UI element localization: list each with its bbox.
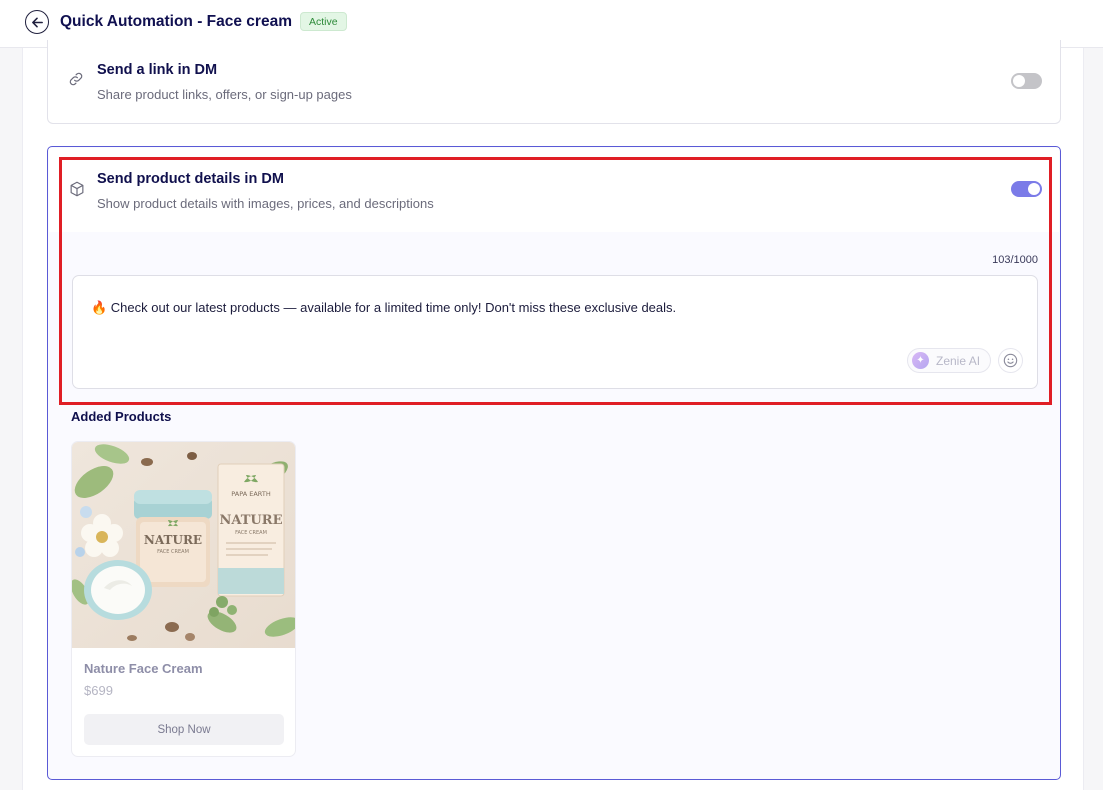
zenie-ai-label: Zenie AI <box>936 353 981 368</box>
sparkle-icon: ✦ <box>912 352 929 369</box>
emoji-button[interactable] <box>998 348 1023 373</box>
send-link-toggle[interactable] <box>1011 73 1042 89</box>
arrow-left-icon <box>31 17 43 27</box>
jar-title-text: NATURE <box>144 533 202 547</box>
page-title: Quick Automation - Face cream <box>60 13 292 30</box>
smiley-icon <box>1003 353 1018 368</box>
box-subtitle-text: FACE CREAM <box>235 530 267 536</box>
message-textarea[interactable]: 🔥 Check out our latest products — availa… <box>72 275 1038 389</box>
product-name: Nature Face Cream <box>84 661 203 676</box>
box-brand-text: PAPA EARTH <box>231 490 271 498</box>
jar-subtitle-text: FACE CREAM <box>157 549 189 555</box>
toggle-knob <box>1028 183 1040 195</box>
added-products-label: Added Products <box>71 409 172 424</box>
back-button[interactable] <box>25 10 49 34</box>
shop-now-button[interactable]: Shop Now <box>84 714 284 745</box>
product-option-header: Send product details in DM Show product … <box>49 148 1059 232</box>
send-product-title: Send product details in DM <box>97 171 284 187</box>
link-icon <box>69 72 83 86</box>
product-card: NATURE FACE CREAM PAPA EARTH NATURE FACE… <box>71 441 296 757</box>
product-price: $699 <box>84 683 113 698</box>
status-badge: Active <box>300 12 347 31</box>
send-link-subtitle: Share product links, offers, or sign-up … <box>97 87 352 102</box>
zenie-ai-button[interactable]: ✦ Zenie AI <box>907 348 991 373</box>
send-link-title: Send a link in DM <box>97 62 218 78</box>
message-text: 🔥 Check out our latest products — availa… <box>91 300 677 315</box>
send-product-toggle[interactable] <box>1011 181 1042 197</box>
product-image: NATURE FACE CREAM PAPA EARTH NATURE FACE… <box>72 442 295 648</box>
character-counter: 103/1000 <box>992 254 1038 266</box>
send-link-option-card: Send a link in DM Share product links, o… <box>47 40 1061 124</box>
box-title-text: NATURE <box>220 513 283 528</box>
toggle-knob <box>1013 75 1025 87</box>
box-icon <box>70 181 84 197</box>
send-product-subtitle: Show product details with images, prices… <box>97 196 434 211</box>
